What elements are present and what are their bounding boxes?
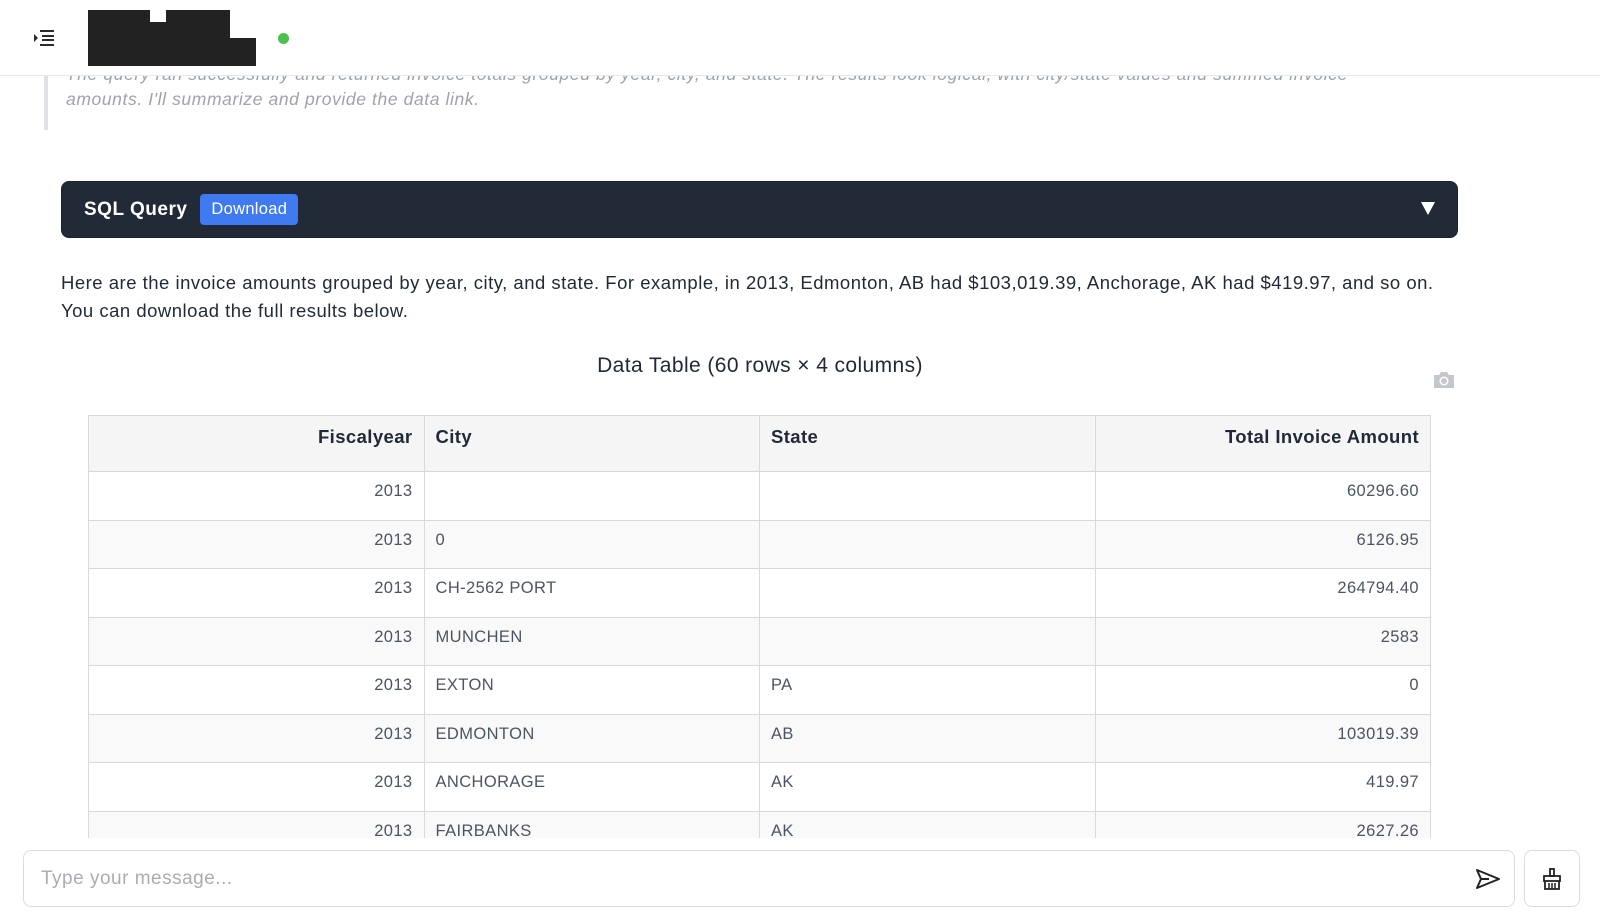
table-row: 2013 EDMONTON AB 103019.39 — [88, 713, 1431, 763]
chat-content: The query ran successfully and returned … — [0, 76, 1600, 838]
city-cell: ANCHORAGE — [423, 762, 760, 812]
city-cell: FAIRBANKS — [423, 810, 760, 838]
sql-query-title: SQL Query — [84, 198, 188, 220]
column-header-total-invoice-amount[interactable]: Total Invoice Amount — [1094, 415, 1431, 472]
total-invoice-amount-cell: 419.97 — [1094, 762, 1431, 812]
chat-page: The query ran successfully and returned … — [0, 0, 1600, 919]
city-cell — [423, 471, 760, 521]
broom-icon — [1543, 867, 1561, 890]
sql-query-panel[interactable]: SQL Query Download — [61, 181, 1458, 238]
city-cell: MUNCHEN — [423, 616, 760, 666]
city-cell: EXTON — [423, 665, 760, 715]
state-cell: AK — [759, 762, 1096, 812]
city-cell: CH-2562 PORT — [423, 568, 760, 618]
state-cell: PA — [759, 665, 1096, 715]
total-invoice-amount-cell: 2627.26 — [1094, 810, 1431, 838]
state-cell — [759, 471, 1096, 521]
download-button[interactable]: Download — [200, 194, 299, 225]
state-cell: AK — [759, 810, 1096, 838]
send-icon[interactable] — [1475, 868, 1501, 890]
online-status-dot — [278, 33, 289, 44]
clear-chat-button[interactable] — [1524, 850, 1580, 907]
fiscalyear-cell: 2013 — [88, 810, 425, 838]
redacted-logo — [88, 10, 256, 66]
table-row: 2013 60296.60 — [88, 471, 1431, 521]
table-title: Data Table (60 rows × 4 columns) — [597, 354, 923, 377]
column-header-fiscalyear[interactable]: Fiscalyear — [88, 415, 425, 472]
message-composer — [0, 838, 1600, 919]
table-row: 2013 FAIRBANKS AK 2627.26 — [88, 810, 1431, 838]
total-invoice-amount-cell: 264794.40 — [1094, 568, 1431, 618]
fiscalyear-cell: 2013 — [88, 616, 425, 666]
city-cell: EDMONTON — [423, 713, 760, 763]
reasoning-text: The query ran successfully and returned … — [44, 76, 1374, 130]
state-cell — [759, 568, 1096, 618]
fiscalyear-cell: 2013 — [88, 519, 425, 569]
table-row: 2013 0 6126.95 — [88, 519, 1431, 569]
table-row: 2013 ANCHORAGE AK 419.97 — [88, 762, 1431, 812]
state-cell — [759, 519, 1096, 569]
app-header — [0, 0, 1600, 76]
table-row: 2013 EXTON PA 0 — [88, 665, 1431, 715]
message-input[interactable] — [23, 850, 1515, 907]
table-row: 2013 MUNCHEN 2583 — [88, 616, 1431, 666]
fiscalyear-cell: 2013 — [88, 568, 425, 618]
total-invoice-amount-cell: 0 — [1094, 665, 1431, 715]
column-header-state[interactable]: State — [759, 415, 1096, 472]
table-header-row: Fiscalyear City State Total Invoice Amou… — [88, 415, 1431, 472]
assistant-summary: Here are the invoice amounts grouped by … — [61, 272, 1434, 321]
fiscalyear-cell: 2013 — [88, 713, 425, 763]
caret-down-icon[interactable] — [1421, 202, 1435, 215]
fiscalyear-cell: 2013 — [88, 471, 425, 521]
fiscalyear-cell: 2013 — [88, 665, 425, 715]
state-cell: AB — [759, 713, 1096, 763]
total-invoice-amount-cell: 103019.39 — [1094, 713, 1431, 763]
table-row: 2013 CH-2562 PORT 264794.40 — [88, 568, 1431, 618]
fiscalyear-cell: 2013 — [88, 762, 425, 812]
data-table: Fiscalyear City State Total Invoice Amou… — [88, 415, 1431, 838]
state-cell — [759, 616, 1096, 666]
camera-icon[interactable] — [1432, 370, 1456, 390]
total-invoice-amount-cell: 6126.95 — [1094, 519, 1431, 569]
city-cell: 0 — [423, 519, 760, 569]
menu-indent-icon[interactable] — [33, 28, 55, 48]
column-header-city[interactable]: City — [423, 415, 760, 472]
total-invoice-amount-cell: 2583 — [1094, 616, 1431, 666]
table-body: 2013 60296.60 2013 0 6126.95 2013 CH-2562 PORT… — [88, 471, 1431, 838]
total-invoice-amount-cell: 60296.60 — [1094, 471, 1431, 521]
